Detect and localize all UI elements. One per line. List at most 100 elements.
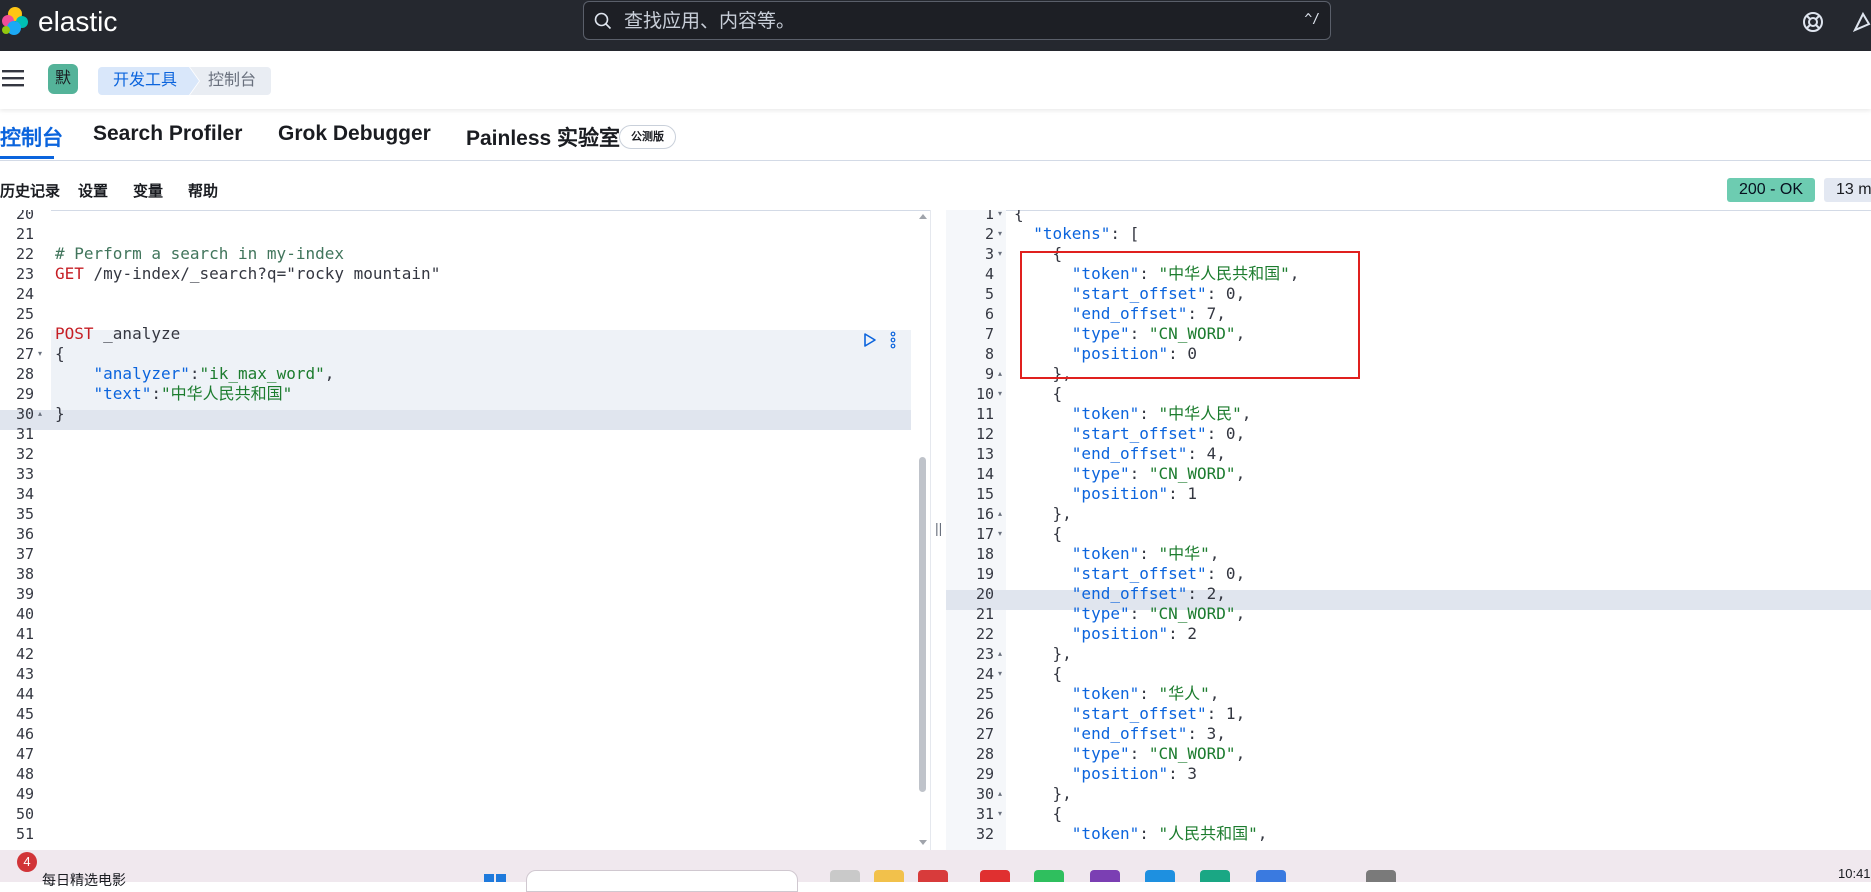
line-number: 38: [15, 565, 34, 583]
scrollbar-thumb[interactable]: [919, 457, 926, 792]
newsfeed-icon[interactable]: [1853, 10, 1871, 34]
taskbar-app-icon[interactable]: [1256, 870, 1286, 882]
code-line: "type": "CN_WORD",: [1014, 604, 1245, 624]
taskbar-app-icon[interactable]: [830, 870, 860, 882]
response-time-badge: 13 ms: [1824, 178, 1871, 202]
code-token: 3: [1187, 764, 1198, 783]
breadcrumb-console: 控制台: [190, 67, 272, 95]
send-request-play-icon[interactable]: [862, 330, 878, 350]
fold-toggle-icon[interactable]: ▾: [998, 210, 1002, 224]
hamburger-menu-icon[interactable]: [2, 69, 24, 87]
code-token: :: [1168, 764, 1188, 783]
code-line: {: [1014, 210, 1024, 224]
code-token: :: [1129, 604, 1149, 623]
code-token: },: [1014, 504, 1072, 523]
code-token: {: [1014, 210, 1024, 223]
taskbar-folder-icon[interactable]: [874, 870, 904, 882]
global-search[interactable]: ^/: [583, 1, 1331, 41]
code-token: 1: [1187, 484, 1198, 503]
line-number: 22: [15, 245, 34, 263]
history-button[interactable]: 历史记录: [0, 180, 60, 201]
request-editor[interactable]: 20 21 22 # Perform a search in my-index 23 GE…: [0, 210, 930, 850]
taskbar-app-icon[interactable]: [1034, 870, 1064, 882]
tab-console[interactable]: 控制台: [0, 122, 63, 152]
line-number: 21: [15, 225, 34, 243]
resizer-grip-icon[interactable]: ||: [935, 520, 942, 536]
beta-badge: 公测版: [619, 125, 676, 149]
windows-start-icon[interactable]: [480, 872, 510, 882]
taskbar-app-icon[interactable]: [1090, 870, 1120, 882]
fold-toggle-icon[interactable]: ▴: [998, 784, 1002, 804]
taskbar-app-icon[interactable]: [1145, 870, 1175, 882]
code-token: 0: [1225, 424, 1236, 443]
line-number: 18: [975, 545, 994, 563]
fold-toggle-icon[interactable]: ▾: [998, 224, 1002, 244]
code-line: "end_offset": 2,: [1014, 584, 1226, 604]
code-token: {: [1014, 664, 1063, 683]
line-number: 45: [15, 705, 34, 723]
tab-painless-lab[interactable]: Painless 实验室: [466, 122, 620, 152]
search-input[interactable]: [622, 2, 1246, 41]
logo-text[interactable]: elastic: [38, 6, 117, 38]
code-token: "type": [1071, 464, 1130, 483]
fold-toggle-icon[interactable]: ▴: [38, 404, 42, 424]
space-avatar[interactable]: 默: [48, 64, 78, 94]
code-line: "start_offset": 0,: [1014, 564, 1245, 584]
settings-button[interactable]: 设置: [78, 180, 108, 201]
line-number: 3: [984, 245, 994, 263]
code-token: ,: [1235, 744, 1246, 763]
taskbar-app-icon[interactable]: [918, 870, 948, 882]
code-token: "token": [1071, 404, 1140, 423]
line-number: 22: [975, 625, 994, 643]
taskbar-app-icon[interactable]: [1200, 870, 1230, 882]
line-number: 27: [975, 725, 994, 743]
code-token: : [: [1110, 224, 1140, 243]
fold-toggle-icon[interactable]: ▾: [998, 384, 1002, 404]
code-token: :: [1206, 704, 1226, 723]
taskbar-app-icon[interactable]: [1366, 870, 1396, 882]
line-number: 29: [975, 765, 994, 783]
news-widget-label[interactable]: 每日精选电影: [42, 870, 126, 890]
tab-grok-debugger[interactable]: Grok Debugger: [278, 122, 431, 146]
fold-toggle-icon[interactable]: ▾: [998, 664, 1002, 684]
fold-toggle-icon[interactable]: ▴: [998, 364, 1002, 384]
line-number: 13: [975, 445, 994, 463]
code-line: },: [1014, 644, 1072, 664]
code-token: ,: [1241, 404, 1252, 423]
request-actions-icon[interactable]: [888, 330, 898, 350]
fold-toggle-icon[interactable]: ▴: [998, 644, 1002, 664]
elastic-logo-icon[interactable]: [0, 6, 30, 36]
help-button[interactable]: 帮助: [188, 180, 218, 201]
fold-toggle-icon[interactable]: ▾: [998, 804, 1002, 824]
line-number: 14: [975, 465, 994, 483]
line-number: 34: [15, 485, 34, 503]
taskbar-search[interactable]: [526, 870, 798, 892]
fold-toggle-icon[interactable]: ▾: [38, 344, 42, 364]
scroll-up-arrow-icon[interactable]: [917, 210, 929, 224]
code-token: :: [1168, 484, 1188, 503]
line-number: 28: [15, 365, 34, 383]
code-token: "start_offset": [1071, 424, 1207, 443]
active-line: [0, 410, 911, 430]
line-number: 20: [15, 210, 34, 223]
fold-toggle-icon[interactable]: ▾: [998, 524, 1002, 544]
line-number: 46: [15, 725, 34, 743]
tab-search-profiler[interactable]: Search Profiler: [93, 122, 242, 146]
scroll-down-arrow-icon[interactable]: [917, 835, 929, 849]
variables-button[interactable]: 变量: [133, 180, 163, 201]
taskbar-app-icon[interactable]: [980, 870, 1010, 882]
code-token: :: [1139, 824, 1159, 843]
breadcrumb-devtools[interactable]: 开发工具: [98, 67, 199, 95]
fold-toggle-icon[interactable]: ▾: [998, 244, 1002, 264]
code-token: 3: [1206, 724, 1217, 743]
help-lifebuoy-icon[interactable]: [1801, 10, 1825, 34]
active-tab-indicator: [0, 156, 54, 159]
code-token: "tokens": [1033, 224, 1111, 243]
fold-toggle-icon[interactable]: ▴: [998, 504, 1002, 524]
line-number: 15: [975, 485, 994, 503]
